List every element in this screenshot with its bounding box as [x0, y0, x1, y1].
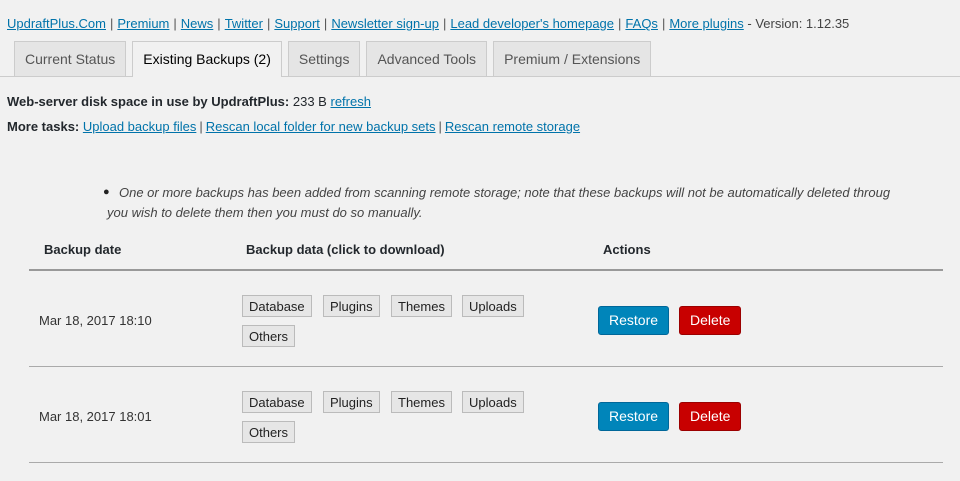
delete-button-row-1[interactable]: Delete [679, 306, 742, 335]
link-news[interactable]: News [181, 16, 214, 31]
restore-button-row-2[interactable]: Restore [598, 402, 670, 431]
download-uploads-row-2[interactable]: Uploads [462, 391, 524, 413]
separator: | [217, 16, 221, 31]
note-line-2: you wish to delete them then you must do… [107, 205, 423, 220]
table-header-divider [29, 269, 943, 271]
separator: | [173, 16, 177, 31]
more-tasks-label: More tasks: [7, 119, 80, 134]
top-links-bar: UpdraftPlus.Com | Premium | News | Twitter | Sup… [7, 16, 849, 31]
rescan-remote-storage-link[interactable]: Rescan remote storage [445, 119, 580, 134]
tab-current-status[interactable]: Current Status [14, 41, 127, 76]
download-uploads-row-1[interactable]: Uploads [462, 295, 524, 317]
disk-space-label: Web-server disk space in use by UpdraftP… [7, 94, 290, 109]
row-divider [29, 366, 943, 367]
note-line-1: One or more backups has been added from … [119, 185, 891, 200]
link-lead-developer[interactable]: Lead developer's homepage [450, 16, 614, 31]
download-plugins-row-2[interactable]: Plugins [323, 391, 380, 413]
download-themes-row-1[interactable]: Themes [391, 295, 452, 317]
link-updraftplus-com[interactable]: UpdraftPlus.Com [7, 16, 106, 31]
more-tasks-line: More tasks: Upload backup files | Rescan l… [7, 119, 580, 134]
link-twitter[interactable]: Twitter [225, 16, 263, 31]
separator: | [199, 119, 203, 134]
row-divider [29, 462, 943, 463]
download-database-row-2[interactable]: Database [242, 391, 312, 413]
download-others-row-2[interactable]: Others [242, 421, 296, 443]
version-text: - Version: 1.12.35 [747, 16, 850, 31]
header-actions: Actions [603, 242, 651, 257]
tab-premium-extensions[interactable]: Premium / Extensions [493, 41, 652, 76]
separator: | [438, 119, 442, 134]
download-database-row-1[interactable]: Database [242, 295, 312, 317]
restore-button-row-1[interactable]: Restore [598, 306, 670, 335]
remote-backup-note: ● One or more backups has been added fro… [103, 183, 960, 223]
separator: | [323, 16, 328, 31]
link-newsletter[interactable]: Newsletter sign-up [331, 16, 439, 31]
disk-space-value: 233 B [292, 94, 327, 109]
tab-settings[interactable]: Settings [287, 41, 361, 76]
download-plugins-row-1[interactable]: Plugins [323, 295, 380, 317]
tab-bar: Current Status Existing Backups (2) Sett… [14, 41, 657, 77]
rescan-local-folder-link[interactable]: Rescan local folder for new backup sets [206, 119, 436, 134]
link-faqs[interactable]: FAQs [625, 16, 658, 31]
link-more-plugins[interactable]: More plugins [669, 16, 743, 31]
download-others-row-1[interactable]: Others [242, 325, 296, 347]
separator: | [266, 16, 271, 31]
tab-advanced-tools[interactable]: Advanced Tools [366, 41, 488, 76]
disk-space-line: Web-server disk space in use by UpdraftP… [7, 94, 371, 109]
upload-backup-files-link[interactable]: Upload backup files [83, 119, 196, 134]
download-themes-row-2[interactable]: Themes [391, 391, 452, 413]
separator: | [618, 16, 622, 31]
bullet-icon: ● [103, 186, 110, 198]
header-backup-data: Backup data (click to download) [246, 242, 445, 257]
backup-date-row-2: Mar 18, 2017 18:01 [39, 409, 152, 424]
backup-date-row-1: Mar 18, 2017 18:10 [39, 313, 152, 328]
refresh-link[interactable]: refresh [330, 94, 370, 109]
link-premium[interactable]: Premium [117, 16, 169, 31]
separator: | [661, 16, 666, 31]
separator: | [442, 16, 447, 31]
tab-existing-backups[interactable]: Existing Backups (2) [132, 41, 282, 77]
separator: | [109, 16, 114, 31]
header-backup-date: Backup date [44, 242, 122, 257]
link-support[interactable]: Support [274, 16, 320, 31]
delete-button-row-2[interactable]: Delete [679, 402, 742, 431]
